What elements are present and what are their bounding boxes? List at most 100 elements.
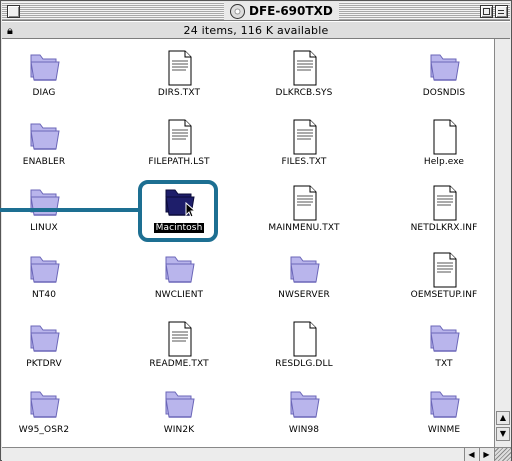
file-item-label: DLKRCB.SYS xyxy=(244,88,364,98)
text-document-icon xyxy=(433,185,457,221)
file-item-label-text: README.TXT xyxy=(149,359,209,369)
folder-icon xyxy=(290,256,320,283)
file-item-w95-osr2[interactable]: W95_OSR2 xyxy=(0,386,94,448)
file-item-label: NWCLIENT xyxy=(119,290,239,300)
title-bar[interactable]: DFE-690TXD xyxy=(2,2,510,21)
file-item-label-text: WIN98 xyxy=(288,425,320,435)
text-document-icon xyxy=(433,252,457,288)
document-icon xyxy=(433,119,457,155)
finder-window: DFE-690TXD 🔒︎ 24 items, 116 K available … xyxy=(0,0,512,461)
file-item-label-text: OEMSETUP.INF xyxy=(410,290,478,300)
folder-icon xyxy=(30,325,60,352)
cd-disk-icon xyxy=(230,3,245,19)
icon-view[interactable]: DIAG DIRS.TXT DLKRCB.SYS DOSNDIS ENABLER… xyxy=(2,39,494,447)
file-item-label: WIN98 xyxy=(244,425,364,435)
file-item-pktdrv[interactable]: PKTDRV xyxy=(0,320,94,382)
vertical-scrollbar[interactable]: ▲ ▼ xyxy=(494,39,511,447)
file-item-label: OEMSETUP.INF xyxy=(384,290,504,300)
file-item-label-text: WIN2K xyxy=(163,425,195,435)
file-item-label: RESDLG.DLL xyxy=(244,359,364,369)
file-item-txt[interactable]: TXT xyxy=(394,320,494,382)
file-item-label-text: PKTDRV xyxy=(26,359,62,369)
file-item-label: DOSNDIS xyxy=(384,88,504,98)
file-item-label: FILES.TXT xyxy=(244,157,364,167)
file-item-oemsetup-inf[interactable]: OEMSETUP.INF xyxy=(394,251,494,313)
folder-icon xyxy=(30,256,60,283)
file-item-readme-txt[interactable]: README.TXT xyxy=(129,320,229,382)
folder-icon xyxy=(30,189,60,216)
file-item-linux[interactable]: LINUX xyxy=(0,184,94,246)
text-document-icon xyxy=(293,185,317,221)
file-item-label: FILEPATH.LST xyxy=(119,157,239,167)
horizontal-scrollbar[interactable]: ◀ ▶ xyxy=(2,447,494,461)
file-item-label-text: DLKRCB.SYS xyxy=(275,88,333,98)
file-item-label: PKTDRV xyxy=(0,359,104,369)
file-item-files-txt[interactable]: FILES.TXT xyxy=(254,118,354,180)
file-item-dlkrcb-sys[interactable]: DLKRCB.SYS xyxy=(254,49,354,111)
file-item-win2k[interactable]: WIN2K xyxy=(129,386,229,448)
file-item-enabler[interactable]: ENABLER xyxy=(0,118,94,180)
close-box-icon[interactable] xyxy=(7,5,20,18)
document-icon xyxy=(293,321,317,357)
text-document-icon xyxy=(168,321,192,357)
file-item-label: TXT xyxy=(384,359,504,369)
file-item-label-text: DIRS.TXT xyxy=(157,88,201,98)
text-document-icon xyxy=(293,50,317,86)
folder-icon xyxy=(30,391,60,418)
file-item-nwclient[interactable]: NWCLIENT xyxy=(129,251,229,313)
scroll-left-arrow-icon[interactable]: ◀ xyxy=(464,448,478,461)
collapse-box-icon[interactable] xyxy=(495,5,508,18)
file-item-diag[interactable]: DIAG xyxy=(0,49,94,111)
item-count-info: 24 items, 116 K available xyxy=(183,24,329,37)
folder-icon xyxy=(290,391,320,418)
file-item-label: DIAG xyxy=(0,88,104,98)
folder-icon xyxy=(430,325,460,352)
folder-icon xyxy=(430,54,460,81)
folder-icon xyxy=(430,391,460,418)
folder-icon xyxy=(30,123,60,150)
file-item-label: Help.exe xyxy=(384,157,504,167)
file-item-label: WIN2K xyxy=(119,425,239,435)
folder-icon xyxy=(30,54,60,81)
file-item-nwserver[interactable]: NWSERVER xyxy=(254,251,354,313)
file-item-label-text: RESDLG.DLL xyxy=(275,359,333,369)
file-item-label-text: Help.exe xyxy=(423,157,465,167)
file-item-nt40[interactable]: NT40 xyxy=(0,251,94,313)
file-item-label-text: NT40 xyxy=(31,290,57,300)
resize-grip-icon[interactable] xyxy=(494,447,511,461)
file-item-label-text: NWSERVER xyxy=(278,290,330,300)
file-item-label-text: FILEPATH.LST xyxy=(148,157,210,167)
zoom-box-icon[interactable] xyxy=(480,5,493,18)
file-item-label: W95_OSR2 xyxy=(0,425,104,435)
file-item-label: NWSERVER xyxy=(244,290,364,300)
file-item-help-exe[interactable]: Help.exe xyxy=(394,118,494,180)
callout-highlight-box xyxy=(138,180,218,242)
file-item-filepath-lst[interactable]: FILEPATH.LST xyxy=(129,118,229,180)
file-item-label-text: FILES.TXT xyxy=(281,157,327,167)
file-item-label-text: TXT xyxy=(435,359,453,369)
scroll-down-arrow-icon[interactable]: ▼ xyxy=(496,427,510,441)
file-item-winme[interactable]: WINME xyxy=(394,386,494,448)
file-item-label: DIRS.TXT xyxy=(119,88,239,98)
file-item-mainmenu-txt[interactable]: MAINMENU.TXT xyxy=(254,184,354,246)
text-document-icon xyxy=(168,119,192,155)
folder-icon xyxy=(165,256,195,283)
file-item-label: ENABLER xyxy=(0,157,104,167)
file-item-label-text: W95_OSR2 xyxy=(18,425,70,435)
file-item-win98[interactable]: WIN98 xyxy=(254,386,354,448)
scroll-right-arrow-icon[interactable]: ▶ xyxy=(479,448,493,461)
file-item-netdlkrx-inf[interactable]: NETDLKRX.INF xyxy=(394,184,494,246)
file-item-label: NETDLKRX.INF xyxy=(384,223,504,233)
file-item-label: README.TXT xyxy=(119,359,239,369)
file-item-resdlg-dll[interactable]: RESDLG.DLL xyxy=(254,320,354,382)
text-document-icon xyxy=(293,119,317,155)
scroll-up-arrow-icon[interactable]: ▲ xyxy=(496,411,510,425)
file-item-label-text: ENABLER xyxy=(22,157,66,167)
file-item-label: NT40 xyxy=(0,290,104,300)
file-item-label-text: MAINMENU.TXT xyxy=(268,223,340,233)
file-item-dirs-txt[interactable]: DIRS.TXT xyxy=(129,49,229,111)
file-item-dosndis[interactable]: DOSNDIS xyxy=(394,49,494,111)
file-item-label: WINME xyxy=(384,425,504,435)
file-item-label-text: NWCLIENT xyxy=(154,290,204,300)
file-item-label-text: LINUX xyxy=(30,223,58,233)
